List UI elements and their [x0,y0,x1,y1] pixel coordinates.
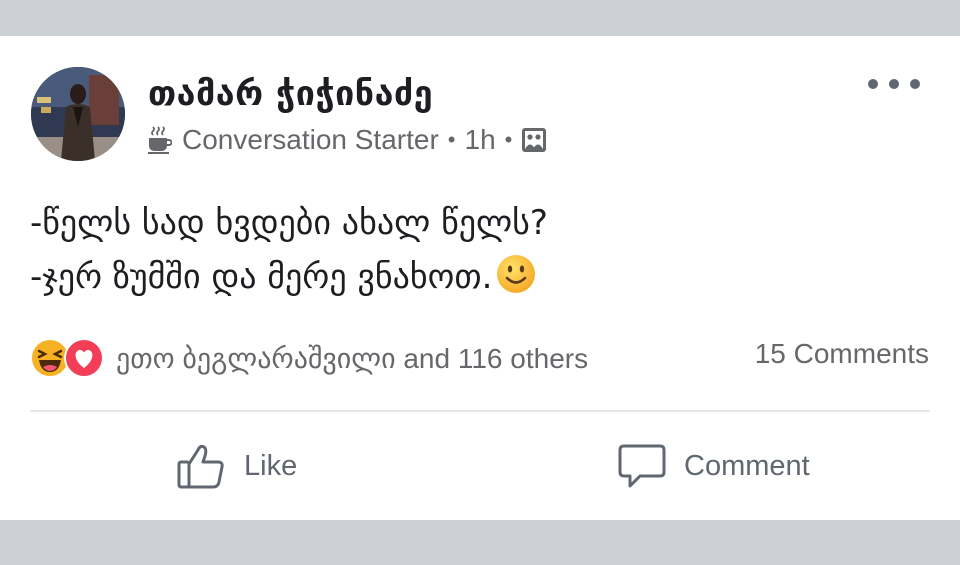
post-body-line-2-text: -ჯერ ზუმში და მერე ვნახოთ. [30,257,493,297]
comment-label: Comment [684,449,810,482]
like-label: Like [244,449,298,482]
smiling-face-emoji-icon [497,255,536,293]
badge-label[interactable]: Conversation Starter [182,124,439,156]
post-meta: Conversation Starter • 1h • [148,122,547,158]
comments-count-link[interactable]: 15 Comments [755,338,929,370]
author-name[interactable]: თამარ ჭიჭინაძე [148,74,433,114]
post-card: თამარ ჭიჭინაძე Conversation Starter • 1h… [0,36,960,520]
heart-icon [64,338,104,378]
post-body-line-2: -ჯერ ზუმში და მერე ვნახოთ. [30,250,548,304]
meta-separator: • [447,127,456,152]
comment-button[interactable]: Comment [618,436,810,496]
comment-bubble-icon [618,444,666,488]
like-button[interactable]: Like [176,436,297,496]
post-time[interactable]: 1h [465,124,496,156]
group-audience-icon[interactable] [521,127,547,153]
reactions-bar[interactable]: ეთო ბეგლარაშვილი and 116 others [30,336,588,380]
avatar-photo [31,67,125,161]
post-body: -წელს სად ხვდები ახალ წელს? -ჯერ ზუმში დ… [30,196,548,304]
author-avatar[interactable] [31,67,125,161]
coffee-cup-icon [148,126,172,154]
reactions-summary[interactable]: ეთო ბეგლარაშვილი and 116 others [116,342,588,375]
meta-separator-2: • [504,127,513,152]
more-options-icon[interactable] [868,72,920,96]
thumbs-up-icon [177,444,224,489]
post-body-line-1: -წელს სად ხვდები ახალ წელს? [30,203,548,243]
actions-divider [30,410,930,412]
